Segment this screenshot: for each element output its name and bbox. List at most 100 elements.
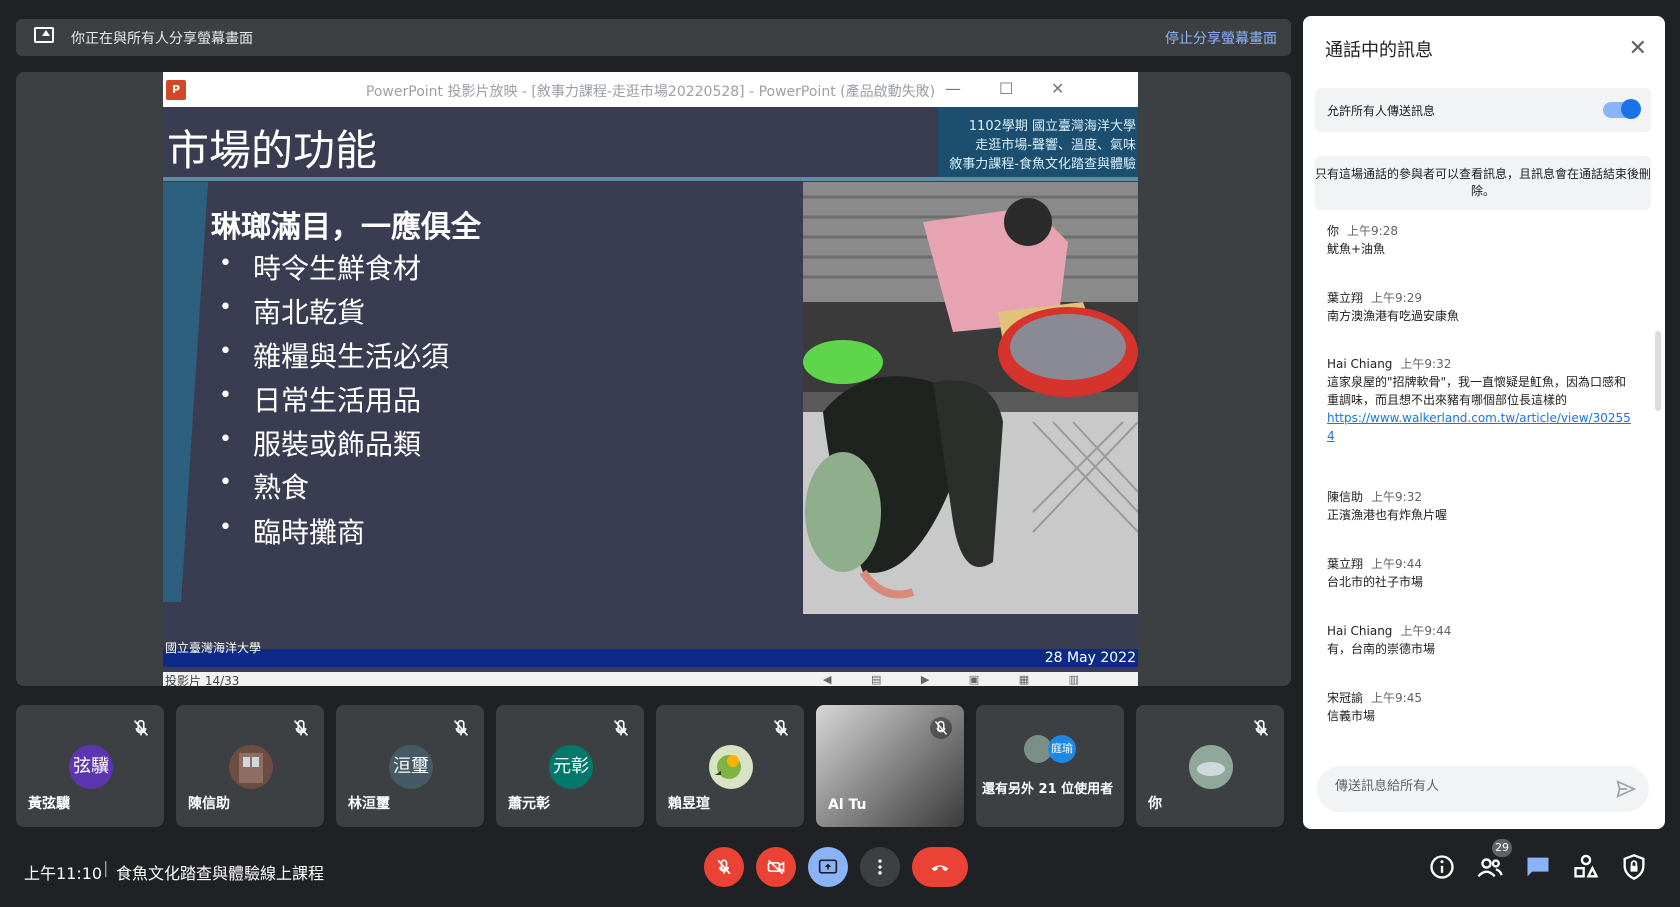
timestamp: 上午9:32 — [1400, 357, 1452, 371]
participant-name: 你 — [1148, 796, 1162, 812]
maximize-icon[interactable]: ☐ — [999, 79, 1013, 98]
timestamp: 上午9:45 — [1371, 691, 1422, 705]
bullet-item: 雜糧與生活必須 — [219, 335, 449, 375]
timestamp: 上午9:44 — [1400, 624, 1452, 638]
ppt-window-title: PowerPoint 投影片放映 - [敘事力課程-走逛市場20220528] … — [365, 84, 936, 100]
avatar: 弦驥 — [69, 745, 113, 789]
avatar: 洹璽 — [389, 745, 433, 789]
more-options-button[interactable] — [860, 847, 900, 887]
leave-call-button[interactable] — [912, 847, 968, 887]
more-participants-tile[interactable]: 庭瑜 還有另外 21 位使用者 — [976, 705, 1124, 827]
participant-name: Al Tu — [828, 797, 867, 813]
ppt-status-bar: 投影片 14/33 ◀ ▤ ▶ ▣ ▦ ▥ ▭ — [163, 672, 1138, 686]
mic-off-icon — [1253, 719, 1269, 736]
sender: 陳信助 — [1327, 490, 1364, 504]
share-banner-text: 你正在與所有人分享螢幕畫面 — [71, 31, 253, 47]
main-stage: P PowerPoint 投影片放映 - [敘事力課程-走逛市場20220528… — [16, 72, 1291, 686]
participant-name: 陳信助 — [188, 796, 230, 812]
more-participants-label: 還有另外 21 位使用者 — [982, 782, 1114, 797]
participant-tile[interactable]: 元彰 蕭元彰 — [496, 705, 644, 827]
sender: Hai Chiang — [1327, 357, 1393, 371]
slide-footer: 國立臺灣海洋大學 28 May 2022 — [163, 641, 1138, 667]
mic-off-icon — [453, 719, 469, 736]
course-info-block: 1102學期 國立臺灣海洋大學 走逛市場-聲響、溫度、氣味 敘事力課程-食魚文化… — [938, 107, 1138, 177]
fish-market-photo — [803, 182, 1138, 614]
university-logo: 國立臺灣海洋大學 — [165, 641, 262, 655]
minimize-icon[interactable]: — — [945, 79, 961, 98]
timestamp: 上午9:29 — [1371, 291, 1422, 305]
more-vert-icon — [878, 859, 882, 875]
participant-name: 賴昱瑄 — [668, 796, 710, 812]
send-icon[interactable] — [1615, 778, 1637, 800]
stop-sharing-button[interactable]: 停止分享螢幕畫面 — [1165, 28, 1277, 48]
separator: | — [103, 858, 109, 877]
present-button[interactable] — [808, 847, 848, 887]
sender: 你 — [1327, 224, 1340, 238]
chat-message: 葉立翔 上午9:44 台北市的社子市場 — [1327, 555, 1637, 591]
chat-title: 通話中的訊息 — [1325, 40, 1433, 61]
bullet-item: 南北乾貨 — [219, 291, 365, 331]
chat-message: 葉立翔 上午9:29 南方澳漁港有吃過安康魚 — [1327, 289, 1637, 325]
camera-off-icon — [767, 859, 785, 875]
participant-tile[interactable]: 陳信助 — [176, 705, 324, 827]
close-chat-button[interactable]: ✕ — [1629, 36, 1647, 61]
mic-off-icon — [717, 859, 731, 875]
mic-off-icon — [613, 719, 629, 736]
message-text: 正濱漁港也有炸魚片喔 — [1327, 508, 1448, 522]
allow-messages-row: 允許所有人傳送訊息 — [1315, 88, 1651, 132]
message-link[interactable]: https://www.walkerland.com.tw/article/vi… — [1327, 409, 1637, 445]
close-icon[interactable]: ✕ — [1051, 79, 1064, 98]
slideshow-controls[interactable]: ◀ ▤ ▶ ▣ ▦ ▥ ▭ — [823, 673, 1138, 686]
avatar — [229, 745, 273, 789]
ppt-titlebar: P PowerPoint 投影片放映 - [敘事力課程-走逛市場20220528… — [163, 72, 1138, 107]
activities-icon[interactable] — [1572, 853, 1600, 881]
bullet-heading: 琳瑯滿目，一應俱全 — [211, 210, 481, 245]
bullet-item: 熟食 — [219, 466, 309, 506]
participant-tile[interactable]: 賴昱瑄 — [656, 705, 804, 827]
chat-icon[interactable] — [1524, 853, 1552, 881]
mic-off-icon — [133, 719, 149, 736]
chat-message: Hai Chiang 上午9:32 這家泉屋的"招牌軟骨"，我一直懷疑是魟魚，因為… — [1327, 355, 1637, 445]
present-screen-icon — [818, 859, 838, 874]
chat-scrollbar[interactable] — [1655, 331, 1661, 411]
message-text: 有，台南的崇德市場 — [1327, 642, 1436, 656]
allow-messages-label: 允許所有人傳送訊息 — [1327, 104, 1436, 118]
current-time: 上午11:10 — [24, 864, 103, 883]
slide: 1102學期 國立臺灣海洋大學 走逛市場-聲響、溫度、氣味 敘事力課程-食魚文化… — [163, 107, 1138, 677]
participant-name: 林洹璽 — [348, 796, 390, 812]
message-text: 信義市場 — [1327, 709, 1376, 723]
course-line: 敘事力課程-食魚文化踏查與體驗 — [949, 157, 1136, 172]
title-divider — [163, 177, 1138, 181]
bullet-item: 臨時攤商 — [219, 511, 365, 551]
people-button[interactable]: 29 — [1476, 839, 1512, 881]
share-banner: 你正在與所有人分享螢幕畫面 停止分享螢幕畫面 — [16, 19, 1291, 56]
participant-tile[interactable]: 弦驥 黃弦驥 — [16, 705, 164, 827]
participant-name: 蕭元彰 — [508, 796, 550, 812]
host-controls-icon[interactable] — [1620, 853, 1648, 881]
course-line: 1102學期 國立臺灣海洋大學 — [968, 119, 1136, 134]
participant-tile[interactable]: 洹璽 林洹璽 — [336, 705, 484, 827]
mic-off-icon — [293, 719, 309, 736]
chat-message: 宋冠諭 上午9:45 信義市場 — [1327, 689, 1637, 725]
participant-tile-video[interactable]: Al Tu — [816, 705, 964, 827]
chat-message: Hai Chiang 上午9:44 有，台南的崇德市場 — [1327, 622, 1637, 658]
avatar — [709, 745, 753, 789]
course-line: 走逛市場-聲響、溫度、氣味 — [975, 138, 1136, 153]
participant-name: 黃弦驥 — [28, 796, 70, 812]
camera-toggle-button[interactable] — [756, 847, 796, 887]
chat-notice: 只有這場通話的參與者可以查看訊息，且訊息會在通話結束後刪除。 — [1315, 156, 1651, 210]
timestamp: 上午9:32 — [1371, 490, 1422, 504]
chat-input[interactable] — [1333, 778, 1597, 795]
meeting-name: 食魚文化踏查與體驗線上課程 — [116, 864, 325, 883]
meeting-details-icon[interactable] — [1428, 853, 1456, 881]
message-text: 這家泉屋的"招牌軟骨"，我一直懷疑是魟魚，因為口感和重調味，而且想不出來豬有哪個… — [1327, 375, 1627, 407]
sender: Hai Chiang — [1327, 624, 1393, 638]
mic-toggle-button[interactable] — [704, 847, 744, 887]
message-text: 魷魚+油魚 — [1327, 242, 1386, 256]
allow-messages-toggle[interactable] — [1603, 99, 1641, 119]
bullet-item: 時令生鮮食材 — [219, 247, 421, 287]
mic-off-icon — [773, 719, 789, 736]
timestamp: 上午9:28 — [1347, 224, 1398, 238]
people-icon — [1477, 858, 1503, 878]
self-tile[interactable]: 你 — [1136, 705, 1284, 827]
